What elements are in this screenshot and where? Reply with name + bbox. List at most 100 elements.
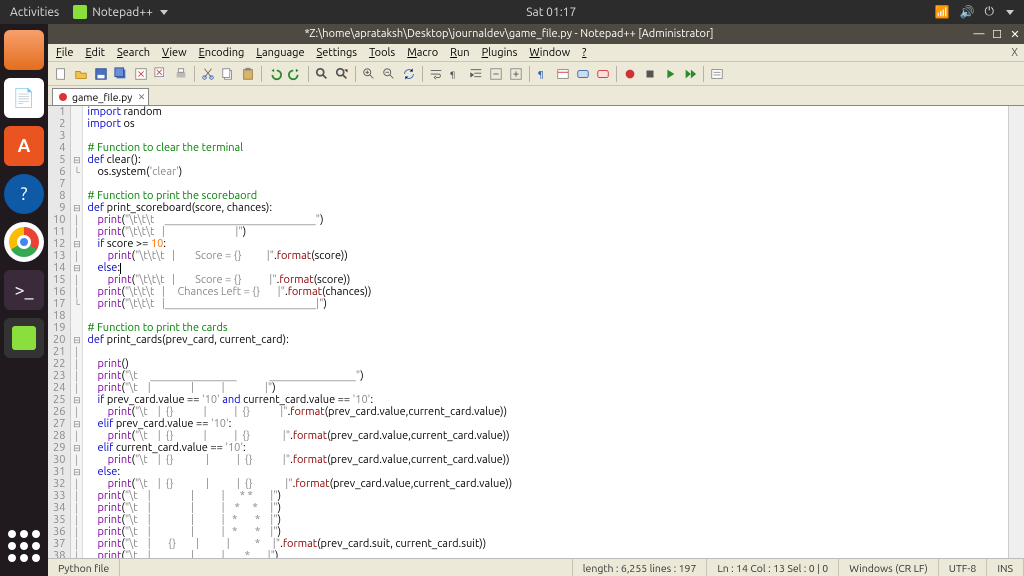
code-line[interactable]: def print_scoreboard(score, chances): xyxy=(87,202,1008,214)
toolbar-stop-button[interactable] xyxy=(641,65,659,83)
code-line[interactable]: print("\t | {} | | {} |".format(prev_car… xyxy=(87,454,1008,466)
code-line[interactable]: print("\t ________________ _____________… xyxy=(87,370,1008,382)
toolbar-redo-button[interactable] xyxy=(286,65,304,83)
code-line[interactable] xyxy=(87,346,1008,358)
code-line[interactable]: print("\t | | | * * |") xyxy=(87,514,1008,526)
minimize-button[interactable]: — xyxy=(970,28,988,40)
code-line[interactable]: print("\t | {} | | * |".format(prev_card… xyxy=(87,538,1008,550)
code-area[interactable]: import randomimport os # Function to cle… xyxy=(83,106,1008,558)
code-line[interactable]: print("\t\t\t | Score = {} |".format(sco… xyxy=(87,250,1008,262)
menu-plugins[interactable]: Plugins xyxy=(482,47,518,59)
maximize-button[interactable]: ☐ xyxy=(988,28,1006,41)
tab-game-file[interactable]: game_file.py ✕ xyxy=(52,88,149,105)
network-icon[interactable]: 📶 xyxy=(935,5,950,19)
status-eol[interactable]: Windows (CR LF) xyxy=(839,559,939,576)
code-line[interactable]: if prev_card.value == '10' and current_c… xyxy=(87,394,1008,406)
code-line[interactable]: print("\t | | | |") xyxy=(87,382,1008,394)
menu-settings[interactable]: Settings xyxy=(317,47,358,59)
toolbar-print-button[interactable] xyxy=(172,65,190,83)
toolbar-cut-button[interactable] xyxy=(199,65,217,83)
dock-software[interactable]: A xyxy=(4,126,44,166)
dock-writer[interactable]: 📄 xyxy=(4,78,44,118)
code-line[interactable]: print("\t | | | * * |") xyxy=(87,526,1008,538)
toolbar-play-many-button[interactable] xyxy=(681,65,699,83)
toolbar-fold-button[interactable] xyxy=(487,65,505,83)
code-line[interactable] xyxy=(87,310,1008,322)
code-line[interactable]: import random xyxy=(87,106,1008,118)
toolbar-close-button[interactable] xyxy=(132,65,150,83)
code-line[interactable]: print("\t | | | * * |") xyxy=(87,490,1008,502)
dock-terminal[interactable]: >_ xyxy=(4,270,44,310)
code-line[interactable]: print("\t\t\t __________________________… xyxy=(87,214,1008,226)
toolbar-copy-button[interactable] xyxy=(219,65,237,83)
fold-gutter[interactable]: ⊟└⊟││⊟│⊟││└⊟││││⊟│⊟│⊟│⊟││││││││││ xyxy=(71,106,83,558)
toolbar-all-chars-button[interactable]: ¶ xyxy=(447,65,465,83)
toolbar-replace-button[interactable] xyxy=(333,65,351,83)
dock-notepadpp[interactable] xyxy=(4,318,44,358)
code-line[interactable]: # Function to clear the terminal xyxy=(87,142,1008,154)
volume-icon[interactable]: 🔊 xyxy=(960,5,975,19)
menu-tools[interactable]: Tools xyxy=(369,47,395,59)
toolbar-undo-button[interactable] xyxy=(266,65,284,83)
menu-window[interactable]: Window xyxy=(529,47,570,59)
code-line[interactable]: os.system('clear') xyxy=(87,166,1008,178)
code-line[interactable]: print("\t\t\t | Chances Left = {} |".for… xyxy=(87,286,1008,298)
code-line[interactable]: print() xyxy=(87,358,1008,370)
toolbar-record-button[interactable] xyxy=(621,65,639,83)
toolbar-uncomment-button[interactable] xyxy=(594,65,612,83)
status-enc[interactable]: UTF-8 xyxy=(939,559,988,576)
dock-chrome[interactable] xyxy=(4,222,44,262)
menu-language[interactable]: Language xyxy=(256,47,304,59)
toolbar-zoom-in-button[interactable] xyxy=(360,65,378,83)
code-line[interactable]: print("\t\t\t | Score = {} |".format(sco… xyxy=(87,274,1008,286)
code-line[interactable]: print("\t\t\t | |") xyxy=(87,226,1008,238)
code-line[interactable]: print("\t | | | * |") xyxy=(87,550,1008,558)
toolbar-macro-list-button[interactable] xyxy=(708,65,726,83)
toolbar-paste-button[interactable] xyxy=(239,65,257,83)
toolbar-open-button[interactable] xyxy=(72,65,90,83)
menu-?[interactable]: ? xyxy=(582,47,586,59)
topbar-app[interactable]: Notepad++ xyxy=(73,5,168,19)
code-line[interactable]: # Function to print the scorebaord xyxy=(87,190,1008,202)
menu-run[interactable]: Run xyxy=(450,47,469,59)
toolbar-unfold-button[interactable] xyxy=(507,65,525,83)
topbar-clock[interactable]: Sat 01:17 xyxy=(168,6,935,19)
code-line[interactable]: print("\t | | | * * |") xyxy=(87,502,1008,514)
scrollbar-vertical[interactable] xyxy=(1008,106,1024,558)
toolbar-lang-button[interactable] xyxy=(554,65,572,83)
menu-edit[interactable]: Edit xyxy=(85,47,105,59)
toolbar-new-button[interactable] xyxy=(52,65,70,83)
menu-macro[interactable]: Macro xyxy=(407,47,438,59)
toolbar-sync-button[interactable] xyxy=(400,65,418,83)
editor[interactable]: 1234567891011121314151617181920212223242… xyxy=(48,106,1024,558)
toolbar-indent-button[interactable] xyxy=(467,65,485,83)
status-ins[interactable]: INS xyxy=(987,559,1024,576)
code-line[interactable]: if score >= 10: xyxy=(87,238,1008,250)
tab-close-button[interactable]: ✕ xyxy=(138,92,146,103)
dock-help[interactable]: ? xyxy=(4,174,44,214)
menubar-close-button[interactable]: X xyxy=(1011,47,1018,59)
toolbar-save-button[interactable] xyxy=(92,65,110,83)
toolbar-save-all-button[interactable] xyxy=(112,65,130,83)
code-line[interactable]: elif prev_card.value == '10': xyxy=(87,418,1008,430)
toolbar-find-button[interactable] xyxy=(313,65,331,83)
toolbar-close-all-button[interactable] xyxy=(152,65,170,83)
toolbar-comment-button[interactable] xyxy=(574,65,592,83)
titlebar[interactable]: *Z:\home\aprataksh\Desktop\journaldev\ga… xyxy=(48,24,1024,44)
close-button[interactable]: ✕ xyxy=(1006,28,1024,41)
code-line[interactable]: # Function to print the cards xyxy=(87,322,1008,334)
toolbar-play-button[interactable] xyxy=(661,65,679,83)
code-line[interactable] xyxy=(87,178,1008,190)
menu-search[interactable]: Search xyxy=(117,47,150,59)
code-line[interactable]: print("\t\t\t |_________________________… xyxy=(87,298,1008,310)
toolbar-pilcrow-button[interactable]: ¶ xyxy=(534,65,552,83)
code-line[interactable]: else: xyxy=(87,262,1008,274)
toolbar-zoom-out-button[interactable] xyxy=(380,65,398,83)
code-line[interactable]: else: xyxy=(87,466,1008,478)
code-line[interactable]: def print_cards(prev_card, current_card)… xyxy=(87,334,1008,346)
code-line[interactable]: print("\t | {} | | {} |".format(prev_car… xyxy=(87,406,1008,418)
code-line[interactable]: elif current_card.value == '10': xyxy=(87,442,1008,454)
code-line[interactable]: print("\t | {} | | {} |".format(prev_car… xyxy=(87,430,1008,442)
menu-encoding[interactable]: Encoding xyxy=(199,47,245,59)
code-line[interactable]: def clear(): xyxy=(87,154,1008,166)
